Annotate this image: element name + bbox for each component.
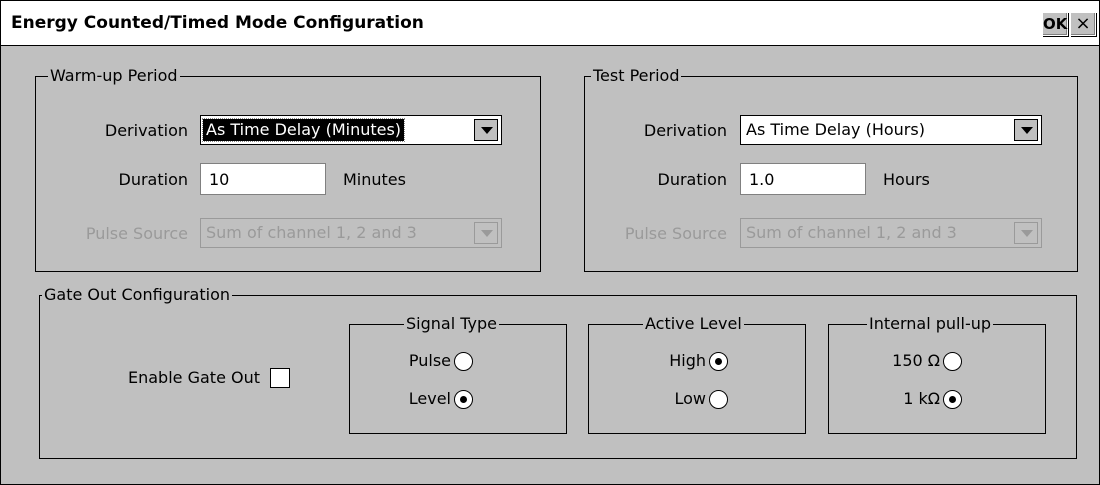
signal-type-group: Signal Type Pulse Level: [349, 315, 567, 434]
config-dialog: Energy Counted/Timed Mode Configuration …: [0, 0, 1100, 485]
active-level-legend: Active Level: [643, 314, 744, 333]
internal-pullup-group: Internal pull-up 150 Ω 1 kΩ: [828, 315, 1046, 434]
test-period-group: Test Period Derivation As Time Delay (Ho…: [584, 67, 1078, 272]
window-title: Energy Counted/Timed Mode Configuration: [11, 13, 424, 33]
active-level-low-radio[interactable]: [709, 390, 728, 409]
pullup-1k-radio[interactable]: [943, 390, 962, 409]
gate-out-group: Gate Out Configuration Enable Gate Out S…: [39, 286, 1077, 459]
internal-pullup-legend: Internal pull-up: [867, 314, 994, 333]
chevron-down-icon: [1014, 222, 1038, 244]
enable-gate-out-checkbox[interactable]: [270, 368, 290, 388]
close-button[interactable]: ×: [1070, 12, 1096, 36]
pullup-1k-label: 1 kΩ: [903, 389, 940, 408]
pullup-150-label: 150 Ω: [892, 351, 940, 370]
warmup-derivation-select[interactable]: As Time Delay (Minutes): [200, 115, 502, 145]
warmup-period-legend: Warm-up Period: [48, 66, 180, 85]
warmup-duration-label: Duration: [118, 170, 189, 189]
chevron-down-icon[interactable]: [474, 119, 498, 141]
warmup-period-group: Warm-up Period Derivation As Time Delay …: [35, 67, 541, 272]
warmup-duration-unit: Minutes: [343, 170, 406, 189]
warmup-derivation-value: As Time Delay (Minutes): [201, 118, 406, 142]
signal-type-pulse-label: Pulse: [408, 351, 451, 370]
title-bar: Energy Counted/Timed Mode Configuration …: [1, 1, 1099, 46]
pullup-150-radio[interactable]: [943, 352, 962, 371]
test-pulse-source-label: Pulse Source: [624, 224, 727, 243]
test-pulse-source-select: Sum of channel 1, 2 and 3: [740, 218, 1042, 248]
warmup-pulse-source-label: Pulse Source: [85, 224, 188, 243]
chevron-down-icon: [474, 222, 498, 244]
warmup-pulse-source-value: Sum of channel 1, 2 and 3: [206, 223, 417, 242]
test-period-legend: Test Period: [591, 66, 682, 85]
gate-out-legend: Gate Out Configuration: [42, 285, 233, 304]
warmup-pulse-source-select: Sum of channel 1, 2 and 3: [200, 218, 502, 248]
test-derivation-select[interactable]: As Time Delay (Hours): [740, 115, 1042, 145]
test-pulse-source-value: Sum of channel 1, 2 and 3: [746, 223, 957, 242]
signal-type-level-radio[interactable]: [454, 390, 473, 409]
warmup-derivation-label: Derivation: [104, 121, 188, 140]
signal-type-legend: Signal Type: [404, 314, 499, 333]
chevron-down-icon[interactable]: [1014, 119, 1038, 141]
test-duration-label: Duration: [657, 170, 728, 189]
signal-type-pulse-radio[interactable]: [454, 352, 473, 371]
active-level-low-label: Low: [674, 389, 706, 408]
signal-type-level-label: Level: [408, 389, 451, 408]
active-level-high-radio[interactable]: [709, 352, 728, 371]
test-derivation-label: Derivation: [643, 121, 727, 140]
test-duration-unit: Hours: [883, 170, 930, 189]
warmup-duration-input[interactable]: [200, 163, 326, 195]
ok-button[interactable]: OK: [1042, 12, 1068, 36]
test-duration-input[interactable]: [740, 163, 866, 195]
active-level-high-label: High: [669, 351, 706, 370]
enable-gate-out-label: Enable Gate Out: [128, 368, 260, 387]
active-level-group: Active Level High Low: [588, 315, 806, 434]
test-derivation-value: As Time Delay (Hours): [746, 120, 925, 139]
